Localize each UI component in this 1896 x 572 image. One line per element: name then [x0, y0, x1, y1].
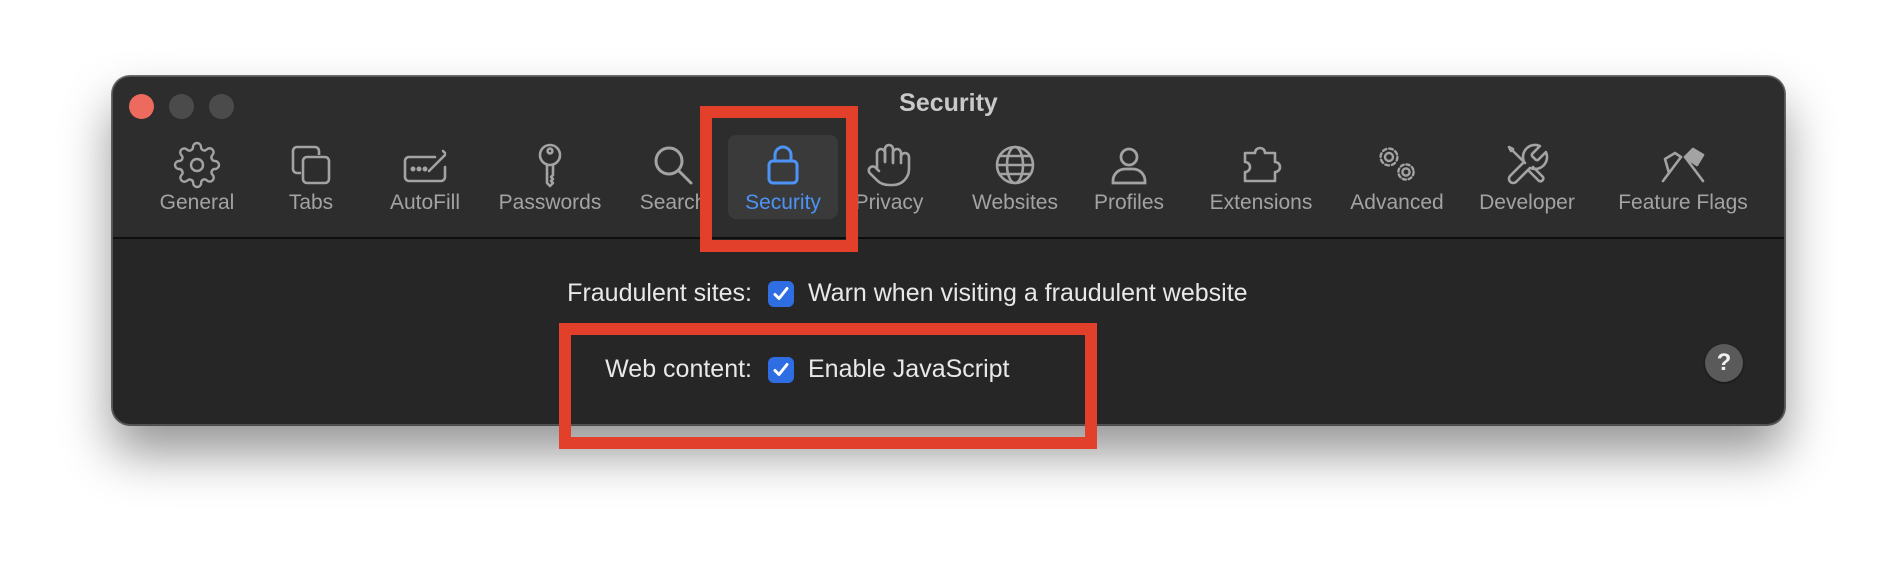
- tabs-icon: [291, 145, 331, 185]
- tab-passwords[interactable]: Passwords: [487, 135, 613, 219]
- tab-websites[interactable]: Websites: [963, 135, 1067, 219]
- hand-icon: [867, 143, 911, 187]
- tab-profiles[interactable]: Profiles: [1085, 135, 1173, 219]
- window-title: Security: [899, 89, 998, 117]
- fraudulent-warning-checkbox[interactable]: [768, 280, 794, 307]
- puzzle-icon: [1243, 146, 1282, 183]
- checkmark-icon: [773, 286, 789, 300]
- tab-advanced[interactable]: Advanced: [1335, 135, 1459, 219]
- tab-label: Privacy: [854, 191, 924, 214]
- tab-label: Profiles: [1093, 191, 1165, 214]
- web-content-highlight: [559, 323, 1097, 449]
- tab-label: Extensions: [1209, 191, 1313, 214]
- tab-developer[interactable]: Developer: [1471, 135, 1583, 219]
- help-button[interactable]: ?: [1705, 344, 1743, 382]
- flags-icon: [1661, 147, 1705, 183]
- tab-extensions[interactable]: Extensions: [1197, 135, 1325, 219]
- toolbar: Security General Tabs AutoFill Passwords…: [113, 77, 1784, 239]
- person-icon: [1111, 147, 1147, 185]
- tab-label: Tabs: [288, 191, 334, 214]
- security-tab-highlight: [700, 106, 858, 252]
- tab-label: Search: [639, 191, 707, 214]
- tab-privacy[interactable]: Privacy: [848, 135, 930, 219]
- fraudulent-sites-label: Fraudulent sites:: [567, 279, 752, 307]
- search-icon: [654, 146, 693, 185]
- gears-icon: [1379, 147, 1415, 181]
- key-icon: [538, 143, 562, 188]
- tab-label: General: [159, 191, 235, 214]
- tab-label: Developer: [1479, 191, 1575, 214]
- tab-label: AutoFill: [389, 191, 461, 214]
- tab-label: Websites: [972, 191, 1058, 214]
- gear-icon: [173, 141, 221, 189]
- tab-label: Passwords: [498, 191, 602, 214]
- tools-icon: [1507, 143, 1549, 185]
- fraudulent-warning-option[interactable]: Warn when visiting a fraudulent website: [808, 279, 1248, 308]
- fraudulent-sites-row: Fraudulent sites: Warn when visiting a f…: [113, 279, 1784, 308]
- tab-tabs[interactable]: Tabs: [271, 135, 351, 219]
- tab-label: Feature Flags: [1618, 191, 1748, 214]
- tab-label: Advanced: [1350, 191, 1444, 214]
- globe-icon: [995, 145, 1035, 185]
- autofill-icon: [403, 149, 447, 183]
- tab-feature-flags[interactable]: Feature Flags: [1593, 135, 1773, 219]
- tab-general[interactable]: General: [149, 135, 245, 219]
- tab-autofill[interactable]: AutoFill: [377, 135, 473, 219]
